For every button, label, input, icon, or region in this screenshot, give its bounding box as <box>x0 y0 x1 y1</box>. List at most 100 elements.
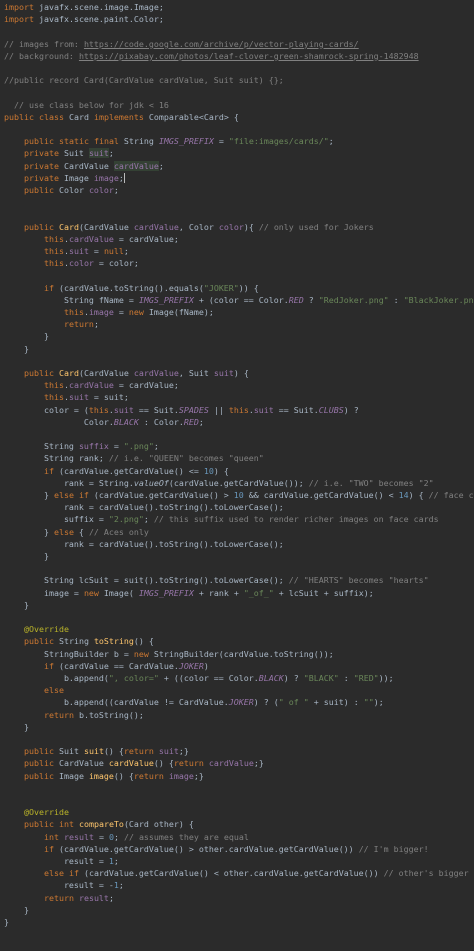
code-line[interactable]: else <box>0 684 474 696</box>
code-line[interactable] <box>0 269 474 281</box>
code-line[interactable]: image = new Image( IMGS_PREFIX + rank + … <box>0 587 474 599</box>
code-text: if (cardValue.getCardValue() <= 10) { <box>43 465 229 476</box>
code-line[interactable]: } <box>0 330 474 342</box>
code-line[interactable]: rank = cardValue().toString().toLowerCas… <box>0 538 474 550</box>
code-line[interactable] <box>0 794 474 806</box>
code-line[interactable]: // images from: https://code.google.com/… <box>0 38 474 50</box>
code-text: } <box>4 904 29 915</box>
code-line[interactable]: else if (cardValue.getCardValue() < othe… <box>0 867 474 879</box>
code-text: this.image = new Image(fName); <box>63 307 214 317</box>
code-line[interactable]: } <box>0 550 474 562</box>
code-line[interactable]: } <box>0 916 474 928</box>
gutter-marker <box>0 562 4 574</box>
code-line[interactable]: Color.BLACK : Color.RED; <box>0 416 474 428</box>
code-line[interactable]: private Image image; <box>0 172 474 184</box>
code-line[interactable] <box>0 733 474 745</box>
code-line[interactable]: @Override <box>0 806 474 818</box>
code-line[interactable]: public Color color; <box>0 184 474 196</box>
code-text: // use class below for jdk < 16 <box>14 99 169 110</box>
code-line[interactable] <box>0 196 474 208</box>
code-line[interactable]: } <box>0 343 474 355</box>
code-text: result = 1; <box>4 856 119 866</box>
code-line[interactable]: } <box>0 721 474 733</box>
code-line[interactable]: rank = cardValue().toString().toLowerCas… <box>0 501 474 513</box>
code-line[interactable] <box>0 782 474 794</box>
gutter-marker <box>0 794 4 806</box>
code-line[interactable]: String rank; // i.e. "QUEEN" becomes "qu… <box>0 452 474 464</box>
code-line[interactable]: private Suit suit; <box>0 147 474 159</box>
code-line[interactable]: private CardValue cardValue; <box>0 160 474 172</box>
code-line[interactable]: this.suit = suit; <box>0 391 474 403</box>
code-line[interactable]: public Image image() {return image;} <box>0 770 474 782</box>
code-line[interactable]: this.cardValue = cardValue; <box>0 379 474 391</box>
code-line[interactable]: // use class below for jdk < 16 <box>0 99 474 111</box>
code-line[interactable]: this.color = color; <box>0 257 474 269</box>
code-text: else if (cardValue.getCardValue() < othe… <box>43 868 469 879</box>
code-line[interactable]: @Override <box>0 623 474 635</box>
gutter-marker <box>0 208 4 220</box>
code-line[interactable] <box>0 611 474 623</box>
code-line[interactable]: public class Card implements Comparable<… <box>0 111 474 123</box>
code-line[interactable] <box>0 123 474 135</box>
code-line[interactable]: //public record Card(CardValue cardValue… <box>0 74 474 86</box>
code-line[interactable]: this.cardValue = cardValue; <box>0 233 474 245</box>
code-line[interactable]: StringBuilder b = new StringBuilder(card… <box>0 648 474 660</box>
code-line[interactable]: if (cardValue.toString().equals("JOKER")… <box>0 282 474 294</box>
code-text: int result = 0; // assumes they are equa… <box>43 831 249 842</box>
code-line[interactable]: import javafx.scene.image.Image; <box>0 1 474 13</box>
code-text: return; <box>63 319 99 330</box>
code-text: } <box>4 917 9 927</box>
code-text: public int compareTo(Card other) { <box>23 819 194 830</box>
code-line[interactable]: public static final String IMGS_PREFIX =… <box>0 135 474 147</box>
code-text: this.suit = suit; <box>43 392 129 403</box>
code-line[interactable]: public int compareTo(Card other) { <box>0 818 474 830</box>
gutter-marker <box>0 782 4 794</box>
code-line[interactable]: public Suit suit() {return suit;} <box>0 745 474 757</box>
code-line[interactable]: rank = String.valueOf(cardValue.getCardV… <box>0 477 474 489</box>
code-line[interactable]: } <box>0 599 474 611</box>
code-line[interactable]: suffix = "2.png"; // this suffix used to… <box>0 513 474 525</box>
code-text: public Card(CardValue cardValue, Suit su… <box>23 368 249 378</box>
code-line[interactable]: } <box>0 904 474 916</box>
code-line[interactable]: String lcSuit = suit().toString().toLowe… <box>0 574 474 586</box>
code-line[interactable] <box>0 208 474 220</box>
code-line[interactable]: } else { // Aces only <box>0 526 474 538</box>
code-text: public Card(CardValue cardValue, Color c… <box>23 221 374 232</box>
code-line[interactable]: this.suit = null; <box>0 245 474 257</box>
code-line[interactable] <box>0 62 474 74</box>
code-text: Color.BLACK : Color.RED; <box>4 416 204 427</box>
code-line[interactable]: return result; <box>0 892 474 904</box>
code-line[interactable]: return b.toString(); <box>0 709 474 721</box>
code-line[interactable]: public Card(CardValue cardValue, Suit su… <box>0 367 474 379</box>
code-editor[interactable]: import javafx.scene.image.Image; import j… <box>0 0 474 951</box>
code-text: rank = cardValue().toString().toLowerCas… <box>4 502 284 513</box>
code-line[interactable] <box>0 86 474 98</box>
code-line[interactable]: result = -1; <box>0 879 474 891</box>
code-line[interactable]: import javafx.scene.paint.Color; <box>0 13 474 25</box>
code-line[interactable]: String fName = IMGS_PREFIX + (color == C… <box>0 294 474 306</box>
code-line[interactable]: b.append(", color=" + ((color == Color.B… <box>0 672 474 684</box>
code-line[interactable] <box>0 562 474 574</box>
code-line[interactable]: String suffix = ".png"; <box>0 440 474 452</box>
code-line[interactable]: public Card(CardValue cardValue, Color c… <box>0 221 474 233</box>
code-line[interactable]: if (cardValue.getCardValue() > other.car… <box>0 843 474 855</box>
code-line[interactable]: public String toString() { <box>0 635 474 647</box>
code-line[interactable]: if (cardValue == CardValue.JOKER) <box>0 660 474 672</box>
code-line[interactable]: color = (this.suit == Suit.SPADES || thi… <box>0 404 474 416</box>
code-line[interactable]: public CardValue cardValue() {return car… <box>0 757 474 769</box>
code-line[interactable]: } else if (cardValue.getCardValue() > 10… <box>0 489 474 501</box>
code-text: import javafx.scene.paint.Color; <box>4 14 164 25</box>
code-text: rank = String.valueOf(cardValue.getCardV… <box>4 477 434 488</box>
code-line[interactable] <box>0 428 474 440</box>
code-line[interactable]: if (cardValue.getCardValue() <= 10) { <box>0 465 474 477</box>
code-line[interactable] <box>0 25 474 37</box>
code-text: return result; <box>43 892 114 903</box>
code-line[interactable]: this.image = new Image(fName); <box>0 306 474 318</box>
code-line[interactable]: return; <box>0 318 474 330</box>
code-text: this.suit = null; <box>43 246 129 256</box>
code-line[interactable]: int result = 0; // assumes they are equa… <box>0 831 474 843</box>
code-line[interactable]: b.append((cardValue != CardValue.JOKER) … <box>0 696 474 708</box>
code-line[interactable]: result = 1; <box>0 855 474 867</box>
code-line[interactable]: // background: https://pixabay.com/photo… <box>0 50 474 62</box>
code-line[interactable] <box>0 355 474 367</box>
